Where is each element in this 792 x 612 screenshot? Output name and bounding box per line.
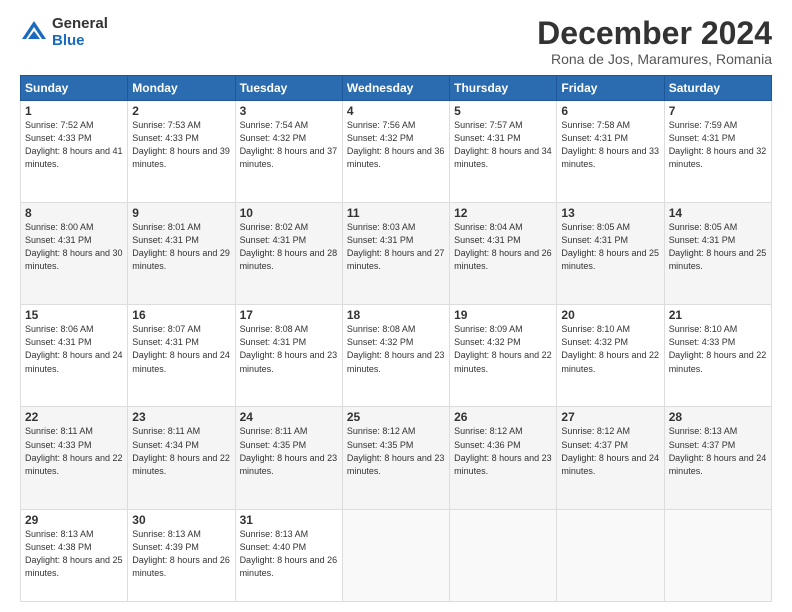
calendar-cell-28: 28Sunrise: 8:13 AMSunset: 4:37 PMDayligh… xyxy=(664,407,771,509)
calendar-cell-12: 12Sunrise: 8:04 AMSunset: 4:31 PMDayligh… xyxy=(450,203,557,305)
logo: General Blue xyxy=(20,16,108,49)
calendar-cell-20: 20Sunrise: 8:10 AMSunset: 4:32 PMDayligh… xyxy=(557,305,664,407)
calendar-cell-24: 24Sunrise: 8:11 AMSunset: 4:35 PMDayligh… xyxy=(235,407,342,509)
calendar-cell-10: 10Sunrise: 8:02 AMSunset: 4:31 PMDayligh… xyxy=(235,203,342,305)
calendar-cell-29: 29Sunrise: 8:13 AMSunset: 4:38 PMDayligh… xyxy=(21,509,128,601)
calendar-cell-21: 21Sunrise: 8:10 AMSunset: 4:33 PMDayligh… xyxy=(664,305,771,407)
calendar-cell-31: 31Sunrise: 8:13 AMSunset: 4:40 PMDayligh… xyxy=(235,509,342,601)
calendar-cell-8: 8Sunrise: 8:00 AMSunset: 4:31 PMDaylight… xyxy=(21,203,128,305)
calendar-cell-19: 19Sunrise: 8:09 AMSunset: 4:32 PMDayligh… xyxy=(450,305,557,407)
logo-icon xyxy=(20,19,48,47)
calendar-week-1: 1Sunrise: 7:52 AMSunset: 4:33 PMDaylight… xyxy=(21,101,772,203)
calendar-cell-6: 6Sunrise: 7:58 AMSunset: 4:31 PMDaylight… xyxy=(557,101,664,203)
page: General Blue December 2024 Rona de Jos, … xyxy=(0,0,792,612)
col-tuesday: Tuesday xyxy=(235,76,342,101)
calendar-cell-22: 22Sunrise: 8:11 AMSunset: 4:33 PMDayligh… xyxy=(21,407,128,509)
calendar-cell-18: 18Sunrise: 8:08 AMSunset: 4:32 PMDayligh… xyxy=(342,305,449,407)
calendar-cell-7: 7Sunrise: 7:59 AMSunset: 4:31 PMDaylight… xyxy=(664,101,771,203)
calendar-cell-5: 5Sunrise: 7:57 AMSunset: 4:31 PMDaylight… xyxy=(450,101,557,203)
col-wednesday: Wednesday xyxy=(342,76,449,101)
calendar-cell-13: 13Sunrise: 8:05 AMSunset: 4:31 PMDayligh… xyxy=(557,203,664,305)
calendar-cell-empty xyxy=(450,509,557,601)
calendar-cell-empty xyxy=(342,509,449,601)
calendar-cell-15: 15Sunrise: 8:06 AMSunset: 4:31 PMDayligh… xyxy=(21,305,128,407)
col-saturday: Saturday xyxy=(664,76,771,101)
logo-blue: Blue xyxy=(52,33,108,50)
calendar-cell-27: 27Sunrise: 8:12 AMSunset: 4:37 PMDayligh… xyxy=(557,407,664,509)
col-friday: Friday xyxy=(557,76,664,101)
logo-text: General Blue xyxy=(52,16,108,49)
calendar-cell-3: 3Sunrise: 7:54 AMSunset: 4:32 PMDaylight… xyxy=(235,101,342,203)
title-block: December 2024 Rona de Jos, Maramures, Ro… xyxy=(537,16,772,67)
calendar-cell-23: 23Sunrise: 8:11 AMSunset: 4:34 PMDayligh… xyxy=(128,407,235,509)
main-title: December 2024 xyxy=(537,16,772,51)
calendar-cell-11: 11Sunrise: 8:03 AMSunset: 4:31 PMDayligh… xyxy=(342,203,449,305)
logo-general: General xyxy=(52,16,108,33)
calendar-cell-26: 26Sunrise: 8:12 AMSunset: 4:36 PMDayligh… xyxy=(450,407,557,509)
calendar-cell-1: 1Sunrise: 7:52 AMSunset: 4:33 PMDaylight… xyxy=(21,101,128,203)
calendar-cell-4: 4Sunrise: 7:56 AMSunset: 4:32 PMDaylight… xyxy=(342,101,449,203)
calendar-cell-25: 25Sunrise: 8:12 AMSunset: 4:35 PMDayligh… xyxy=(342,407,449,509)
calendar-week-5: 29Sunrise: 8:13 AMSunset: 4:38 PMDayligh… xyxy=(21,509,772,601)
calendar-week-3: 15Sunrise: 8:06 AMSunset: 4:31 PMDayligh… xyxy=(21,305,772,407)
calendar-cell-30: 30Sunrise: 8:13 AMSunset: 4:39 PMDayligh… xyxy=(128,509,235,601)
calendar-cell-16: 16Sunrise: 8:07 AMSunset: 4:31 PMDayligh… xyxy=(128,305,235,407)
subtitle: Rona de Jos, Maramures, Romania xyxy=(537,51,772,67)
calendar-cell-14: 14Sunrise: 8:05 AMSunset: 4:31 PMDayligh… xyxy=(664,203,771,305)
calendar-week-4: 22Sunrise: 8:11 AMSunset: 4:33 PMDayligh… xyxy=(21,407,772,509)
header: General Blue December 2024 Rona de Jos, … xyxy=(20,16,772,67)
col-thursday: Thursday xyxy=(450,76,557,101)
col-monday: Monday xyxy=(128,76,235,101)
calendar-header-row: Sunday Monday Tuesday Wednesday Thursday… xyxy=(21,76,772,101)
calendar-cell-empty xyxy=(664,509,771,601)
col-sunday: Sunday xyxy=(21,76,128,101)
calendar-cell-empty xyxy=(557,509,664,601)
calendar-cell-2: 2Sunrise: 7:53 AMSunset: 4:33 PMDaylight… xyxy=(128,101,235,203)
calendar-table: Sunday Monday Tuesday Wednesday Thursday… xyxy=(20,75,772,602)
calendar-cell-9: 9Sunrise: 8:01 AMSunset: 4:31 PMDaylight… xyxy=(128,203,235,305)
calendar-week-2: 8Sunrise: 8:00 AMSunset: 4:31 PMDaylight… xyxy=(21,203,772,305)
calendar-cell-17: 17Sunrise: 8:08 AMSunset: 4:31 PMDayligh… xyxy=(235,305,342,407)
